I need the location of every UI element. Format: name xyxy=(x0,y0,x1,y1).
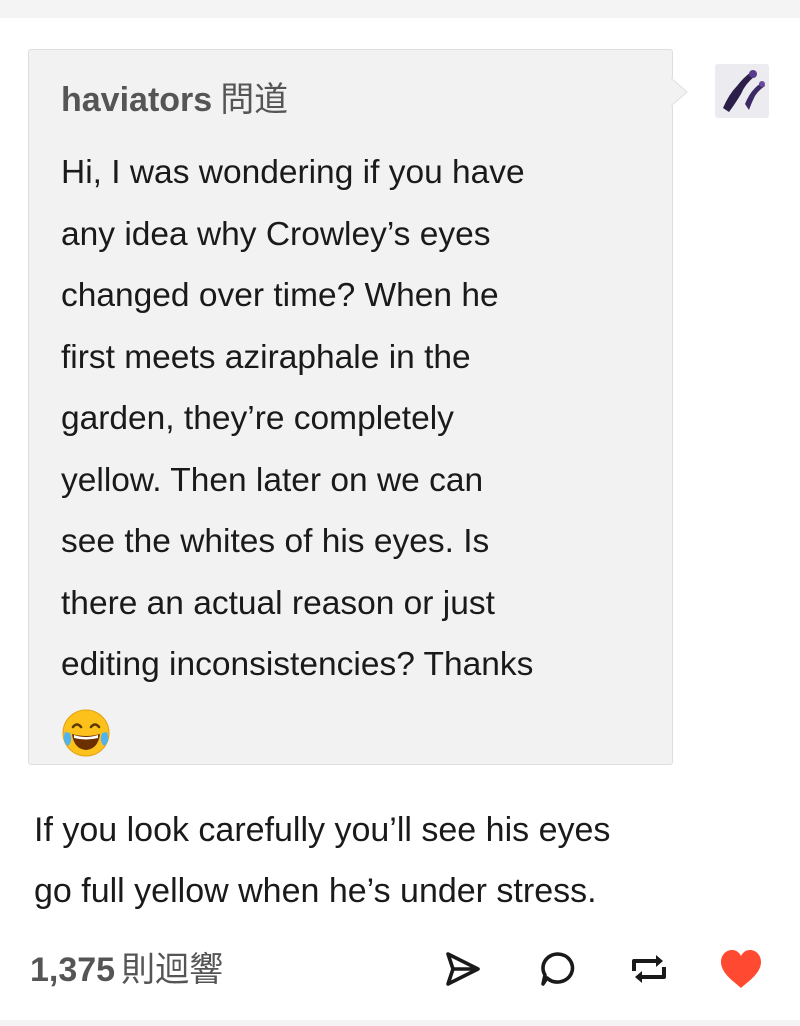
question-line: yellow. Then later on we can xyxy=(61,461,484,499)
question-line: see the whites of his eyes. Is xyxy=(61,523,490,560)
share-button[interactable] xyxy=(440,946,486,992)
answer-text: If you look carefully you’ll see his eye… xyxy=(34,800,774,922)
asker-name[interactable]: haviators xyxy=(61,81,212,119)
avatar-image-icon xyxy=(715,64,769,118)
reply-button[interactable] xyxy=(535,946,581,992)
question-line: garden, they’re completely xyxy=(61,400,454,437)
question-line: there an actual reason or just xyxy=(61,584,495,622)
answer-line: If you look carefully you’ll see his eye… xyxy=(34,811,611,849)
like-button[interactable] xyxy=(718,946,764,992)
bottom-strip xyxy=(0,1020,800,1026)
ask-box: haviators 問道 Hi, I was wondering if you h… xyxy=(28,49,673,765)
answer-line: go full yellow when he’s under stress. xyxy=(34,872,597,910)
heart-icon xyxy=(721,950,761,988)
question-line: first meets aziraphale in the xyxy=(61,338,471,376)
share-icon xyxy=(446,952,480,986)
top-strip xyxy=(0,0,800,18)
ask-bubble-pointer xyxy=(671,77,688,107)
question-line: editing inconsistencies? Thanks xyxy=(61,646,534,683)
asked-verb: 問道 xyxy=(220,81,289,119)
asker-avatar[interactable] xyxy=(715,64,769,118)
reply-icon xyxy=(541,952,575,986)
asker-heading: haviators 問道 xyxy=(61,80,288,120)
question-line: changed over time? When he xyxy=(61,277,499,314)
reblog-button[interactable] xyxy=(626,946,672,992)
laughing-tears-emoji-icon xyxy=(62,709,110,756)
question-text: Hi, I was wondering if you have any idea… xyxy=(61,142,661,758)
question-line: any idea why Crowley’s eyes xyxy=(61,215,491,253)
question-line: Hi, I was wondering if you have xyxy=(61,154,525,191)
reblog-icon xyxy=(632,955,666,983)
post-actions xyxy=(0,946,800,996)
